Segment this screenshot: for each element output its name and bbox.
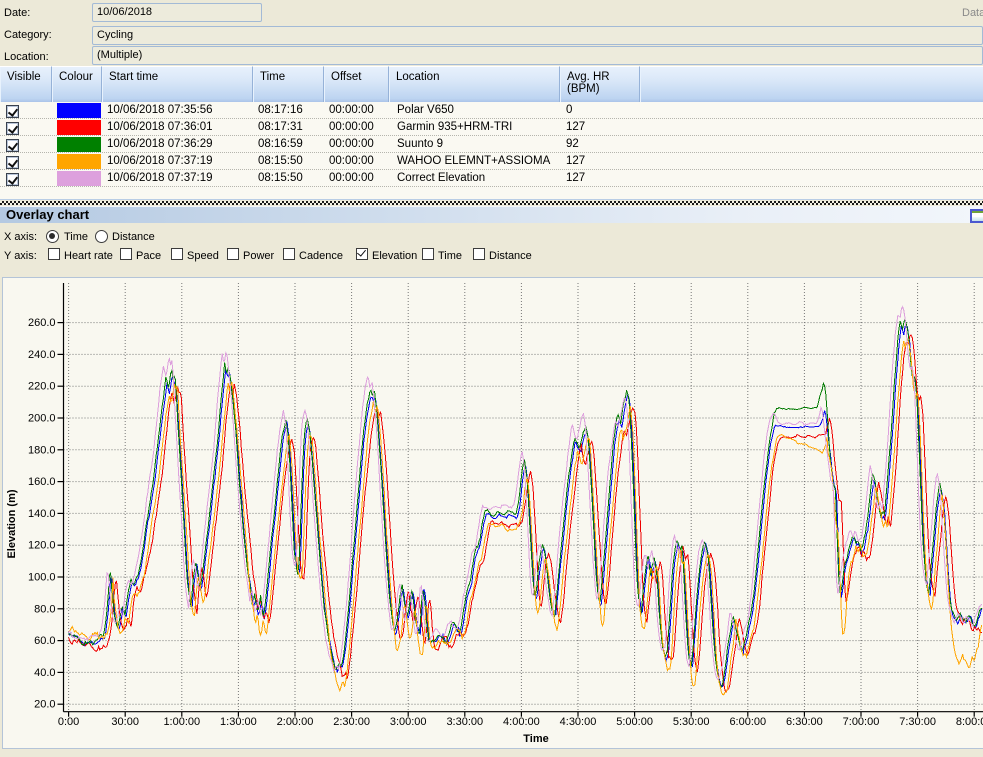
svg-text:7:30:00: 7:30:00 xyxy=(899,716,936,728)
svg-text:2:30:00: 2:30:00 xyxy=(333,716,370,728)
svg-text:160.0: 160.0 xyxy=(28,476,56,488)
svg-text:140.0: 140.0 xyxy=(28,508,56,520)
svg-text:1:30:00: 1:30:00 xyxy=(220,716,257,728)
svg-text:Time: Time xyxy=(523,733,548,745)
svg-text:2:00:00: 2:00:00 xyxy=(277,716,314,728)
svg-text:240.0: 240.0 xyxy=(28,349,56,361)
svg-text:4:00:00: 4:00:00 xyxy=(503,716,540,728)
svg-text:3:00:00: 3:00:00 xyxy=(390,716,427,728)
svg-text:6:30:00: 6:30:00 xyxy=(786,716,823,728)
svg-text:0:00: 0:00 xyxy=(58,716,79,728)
svg-text:3:30:00: 3:30:00 xyxy=(446,716,483,728)
svg-text:8:00:00: 8:00:00 xyxy=(956,716,983,728)
svg-text:260.0: 260.0 xyxy=(28,317,56,329)
svg-text:220.0: 220.0 xyxy=(28,381,56,393)
svg-text:Elevation (m): Elevation (m) xyxy=(6,489,18,558)
svg-text:180.0: 180.0 xyxy=(28,444,56,456)
svg-text:120.0: 120.0 xyxy=(28,540,56,552)
svg-text:7:00:00: 7:00:00 xyxy=(843,716,880,728)
svg-text:5:00:00: 5:00:00 xyxy=(616,716,653,728)
svg-text:30:00: 30:00 xyxy=(111,716,139,728)
svg-text:60.0: 60.0 xyxy=(34,635,55,647)
svg-text:40.0: 40.0 xyxy=(34,667,55,679)
svg-text:1:00:00: 1:00:00 xyxy=(163,716,200,728)
svg-text:200.0: 200.0 xyxy=(28,413,56,425)
svg-text:6:00:00: 6:00:00 xyxy=(729,716,766,728)
svg-text:100.0: 100.0 xyxy=(28,572,56,584)
svg-text:4:30:00: 4:30:00 xyxy=(560,716,597,728)
svg-text:5:30:00: 5:30:00 xyxy=(673,716,710,728)
svg-text:80.0: 80.0 xyxy=(34,603,55,615)
svg-text:20.0: 20.0 xyxy=(34,699,55,711)
